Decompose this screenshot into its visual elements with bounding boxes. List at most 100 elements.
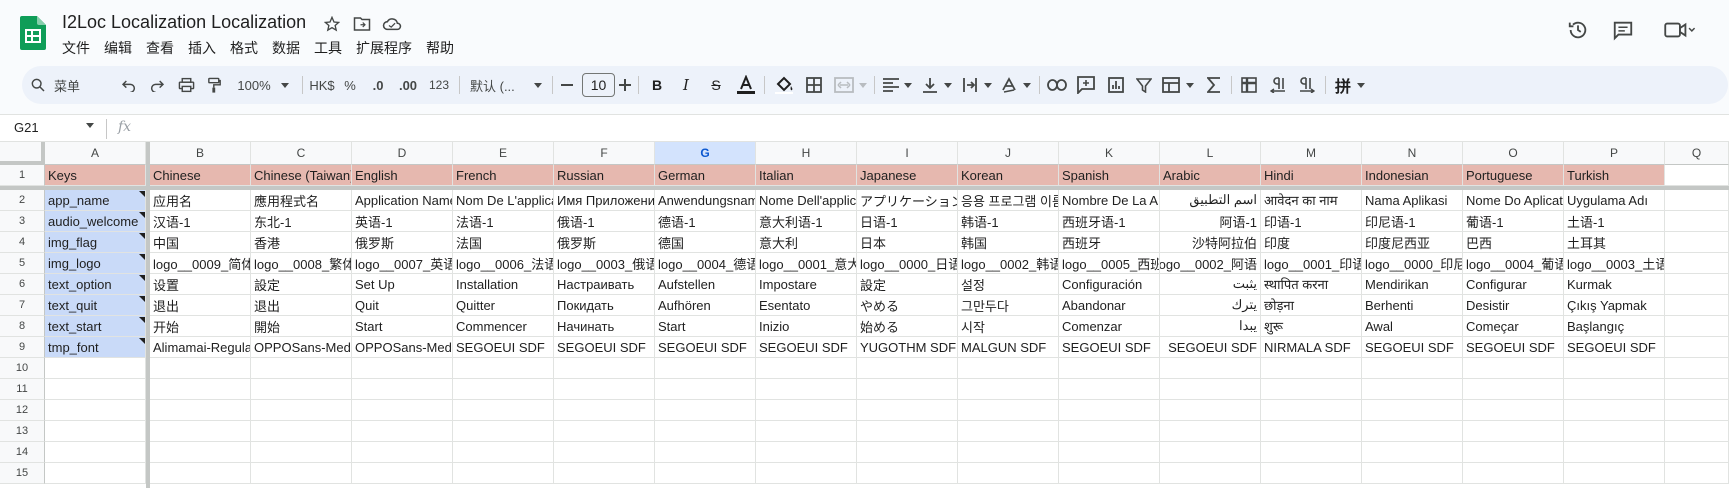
table-cell[interactable]: YUGOTHM SDF bbox=[857, 337, 958, 358]
table-cell[interactable]: 日语-1 bbox=[857, 211, 958, 232]
table-cell[interactable] bbox=[453, 442, 554, 463]
table-cell[interactable] bbox=[1160, 358, 1261, 379]
table-cell[interactable] bbox=[655, 358, 756, 379]
menu-data[interactable]: 数据 bbox=[265, 38, 307, 58]
percent-format-button[interactable]: % bbox=[340, 66, 360, 104]
row-header-1[interactable]: 1 bbox=[0, 165, 45, 186]
table-cell[interactable] bbox=[150, 421, 251, 442]
table-cell[interactable] bbox=[1665, 379, 1729, 400]
table-cell[interactable]: logo__0002_韩语 bbox=[958, 253, 1059, 274]
key-cell[interactable]: text_option bbox=[45, 274, 146, 295]
table-cell[interactable] bbox=[1665, 165, 1729, 186]
table-cell[interactable] bbox=[554, 379, 655, 400]
table-cell[interactable]: 阿语-1 bbox=[1160, 211, 1261, 232]
menu-edit[interactable]: 编辑 bbox=[97, 38, 139, 58]
key-cell[interactable]: img_logo bbox=[45, 253, 146, 274]
table-cell[interactable] bbox=[453, 421, 554, 442]
table-cell[interactable]: 印度 bbox=[1261, 232, 1362, 253]
italic-button[interactable]: I bbox=[676, 66, 696, 104]
table-cell[interactable]: logo__0000_印尼语 bbox=[1362, 253, 1463, 274]
table-cell[interactable] bbox=[655, 463, 756, 484]
table-cell[interactable]: logo__0006_法语 bbox=[453, 253, 554, 274]
table-cell[interactable] bbox=[857, 442, 958, 463]
header-cell-g[interactable]: German bbox=[655, 165, 756, 186]
column-header-n[interactable]: N bbox=[1362, 142, 1463, 165]
header-cell-l[interactable]: Arabic bbox=[1160, 165, 1261, 186]
table-cell[interactable]: SEGOEUI SDF bbox=[1463, 337, 1564, 358]
table-cell[interactable] bbox=[251, 442, 352, 463]
header-cell-k[interactable]: Spanish bbox=[1059, 165, 1160, 186]
table-cell[interactable] bbox=[453, 463, 554, 484]
menu-extensions[interactable]: 扩展程序 bbox=[349, 38, 419, 58]
table-cell[interactable]: Başlangıç bbox=[1564, 316, 1665, 337]
table-cell[interactable]: 应用名 bbox=[150, 190, 251, 211]
table-cell[interactable]: 設定 bbox=[857, 274, 958, 295]
table-cell[interactable] bbox=[1665, 337, 1729, 358]
search-menus[interactable]: 菜单 bbox=[30, 66, 120, 104]
table-cell[interactable]: logo__0009_简体 bbox=[150, 253, 251, 274]
row-header-15[interactable]: 15 bbox=[0, 463, 45, 484]
strikethrough-button[interactable]: S bbox=[705, 66, 727, 104]
column-header-l[interactable]: L bbox=[1160, 142, 1261, 165]
table-cell[interactable]: アプリケーション名 bbox=[857, 190, 958, 211]
table-cell[interactable] bbox=[1665, 232, 1729, 253]
table-cell[interactable] bbox=[1665, 316, 1729, 337]
table-cell[interactable] bbox=[958, 379, 1059, 400]
menu-view[interactable]: 查看 bbox=[139, 38, 181, 58]
row-header-5[interactable]: 5 bbox=[0, 253, 45, 274]
table-cell[interactable] bbox=[1665, 295, 1729, 316]
table-cell[interactable] bbox=[857, 463, 958, 484]
table-cell[interactable] bbox=[958, 421, 1059, 442]
table-cell[interactable]: やめる bbox=[857, 295, 958, 316]
key-cell[interactable]: app_name bbox=[45, 190, 146, 211]
table-cell[interactable]: 退出 bbox=[251, 295, 352, 316]
table-cell[interactable] bbox=[1261, 379, 1362, 400]
table-cell[interactable] bbox=[45, 421, 146, 442]
table-cell[interactable]: Настраивать bbox=[554, 274, 655, 295]
table-cell[interactable]: Aufstellen bbox=[655, 274, 756, 295]
table-cell[interactable] bbox=[554, 400, 655, 421]
table-cell[interactable]: 中国 bbox=[150, 232, 251, 253]
more-formats-button[interactable]: 123 bbox=[426, 66, 452, 104]
table-cell[interactable]: Quitter bbox=[453, 295, 554, 316]
table-cell[interactable]: 德语-1 bbox=[655, 211, 756, 232]
table-cell[interactable]: Nome Dell'applicazione bbox=[756, 190, 857, 211]
header-cell-a[interactable]: Keys bbox=[45, 165, 146, 186]
text-wrapping-icon[interactable] bbox=[960, 66, 994, 104]
table-cell[interactable]: 退出 bbox=[150, 295, 251, 316]
table-cell[interactable]: 香港 bbox=[251, 232, 352, 253]
bold-button[interactable]: B bbox=[647, 66, 667, 104]
table-cell[interactable] bbox=[1059, 379, 1160, 400]
table-cell[interactable] bbox=[1160, 379, 1261, 400]
table-cell[interactable] bbox=[1463, 421, 1564, 442]
table-cell[interactable] bbox=[756, 379, 857, 400]
table-cell[interactable] bbox=[1362, 421, 1463, 442]
row-header-8[interactable]: 8 bbox=[0, 316, 45, 337]
fill-color-icon[interactable] bbox=[772, 66, 796, 104]
table-cell[interactable]: Application Name bbox=[352, 190, 453, 211]
menu-insert[interactable]: 插入 bbox=[181, 38, 223, 58]
header-cell-f[interactable]: Russian bbox=[554, 165, 655, 186]
menu-file[interactable]: 文件 bbox=[62, 38, 97, 58]
table-cell[interactable]: 意大利语-1 bbox=[756, 211, 857, 232]
table-cell[interactable]: logo__0003_俄语 bbox=[554, 253, 655, 274]
row-header-4[interactable]: 4 bbox=[0, 232, 45, 253]
table-cell[interactable]: 土语-1 bbox=[1564, 211, 1665, 232]
table-cell[interactable] bbox=[958, 358, 1059, 379]
table-cell[interactable] bbox=[1665, 442, 1729, 463]
meet-video-icon[interactable] bbox=[1659, 16, 1699, 44]
table-cell[interactable]: 俄罗斯 bbox=[352, 232, 453, 253]
frozen-column-divider[interactable] bbox=[146, 142, 150, 488]
frozen-row-divider[interactable] bbox=[0, 186, 1729, 190]
table-cell[interactable] bbox=[655, 442, 756, 463]
paint-format-icon[interactable] bbox=[203, 66, 225, 104]
header-cell-d[interactable]: English bbox=[352, 165, 453, 186]
column-header-h[interactable]: H bbox=[756, 142, 857, 165]
header-cell-h[interactable]: Italian bbox=[756, 165, 857, 186]
table-cell[interactable]: SEGOEUI SDF bbox=[756, 337, 857, 358]
table-cell[interactable]: logo__0005_西班牙语 bbox=[1059, 253, 1160, 274]
table-cell[interactable] bbox=[45, 358, 146, 379]
table-cell[interactable] bbox=[1362, 379, 1463, 400]
table-cell[interactable]: Имя Приложения bbox=[554, 190, 655, 211]
table-cell[interactable] bbox=[1463, 442, 1564, 463]
